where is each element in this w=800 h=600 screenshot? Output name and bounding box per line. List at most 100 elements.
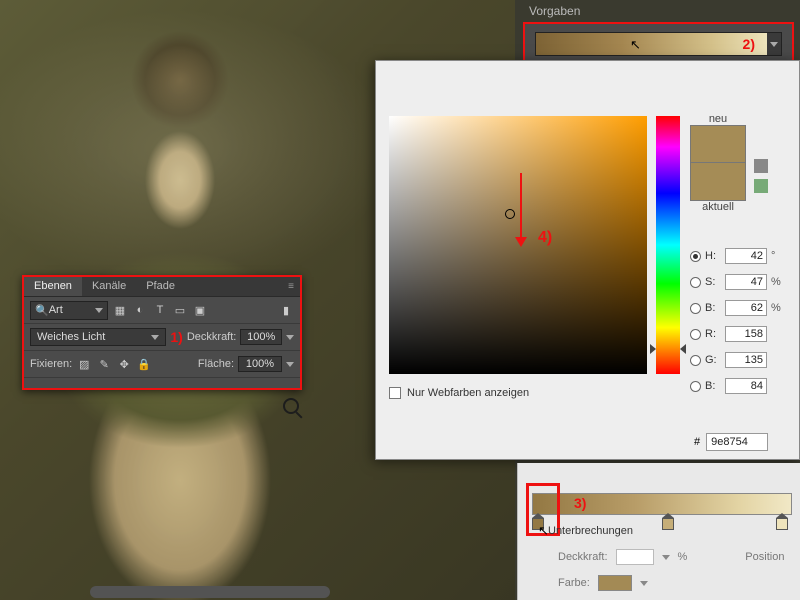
tab-channels[interactable]: Kanäle <box>82 277 136 296</box>
hue-slider[interactable] <box>656 116 680 374</box>
chevron-down-icon[interactable] <box>640 581 648 586</box>
color-fields: H: ° S: % B: % R: G: <box>690 243 785 399</box>
ge-color-row: Farbe: <box>558 575 648 591</box>
websafe-warning-icon[interactable] <box>754 179 768 193</box>
input-h[interactable] <box>725 248 767 264</box>
field-bright: B: % <box>690 295 785 321</box>
filter-adjustment-icon[interactable]: ◐ <box>132 302 148 318</box>
input-s[interactable] <box>725 274 767 290</box>
search-icon: 🔍 <box>35 304 49 317</box>
chevron-down-icon[interactable] <box>286 335 294 340</box>
radio-b[interactable] <box>690 303 701 314</box>
filter-pixel-icon[interactable]: ▦ <box>112 302 128 318</box>
hex-row: # <box>694 433 768 451</box>
panel-tabs: Ebenen Kanäle Pfade ≡ <box>24 277 300 297</box>
lock-all-icon[interactable]: 🔒 <box>136 356 152 372</box>
gradient-bar[interactable] <box>532 493 792 515</box>
ge-color-label: Farbe: <box>558 577 590 589</box>
swatch-current-label: aktuell <box>690 201 746 213</box>
zoom-icon <box>283 398 299 414</box>
field-hue: H: ° <box>690 243 785 269</box>
swatch-new-label: neu <box>690 113 746 125</box>
input-b[interactable] <box>725 300 767 316</box>
blend-mode-select[interactable]: Weiches Licht <box>30 328 166 346</box>
label-bb: B: <box>705 380 721 392</box>
fill-label: Fläche: <box>198 358 234 370</box>
lock-label: Fixieren: <box>30 358 72 370</box>
label-r: R: <box>705 328 721 340</box>
webonly-row: Nur Webfarben anzeigen <box>389 387 529 399</box>
cursor-icon: ↖ <box>630 37 641 53</box>
unit-h: ° <box>771 250 785 262</box>
radio-bb[interactable] <box>690 381 701 392</box>
hex-prefix: # <box>694 436 700 448</box>
lock-fill-row: Fixieren: ▨ ✎ ✥ 🔒 Fläche: 100% <box>24 351 300 378</box>
annotation-step1: 1) <box>170 329 182 345</box>
annotation-step4: 4) <box>538 229 552 247</box>
filter-toggle[interactable]: ▮ <box>278 302 294 318</box>
ge-opacity-input[interactable] <box>616 549 654 565</box>
webonly-checkbox[interactable] <box>389 387 401 399</box>
ge-position-label: Position <box>745 551 784 563</box>
filter-type-icon[interactable]: T <box>152 302 168 318</box>
opacity-input[interactable]: 100% <box>240 329 282 345</box>
field-red: R: <box>690 321 785 347</box>
horizontal-scrollbar[interactable] <box>90 586 330 598</box>
annotation-arrow-line <box>520 173 522 241</box>
lock-pixels-icon[interactable]: ✎ <box>96 356 112 372</box>
filter-shape-icon[interactable]: ▭ <box>172 302 188 318</box>
input-bb[interactable] <box>725 378 767 394</box>
fill-input[interactable]: 100% <box>238 356 282 372</box>
chevron-down-icon[interactable] <box>662 555 670 560</box>
label-h: H: <box>705 250 721 262</box>
lock-position-icon[interactable]: ✥ <box>116 356 132 372</box>
label-g: G: <box>705 354 721 366</box>
breaks-label: Unterbrechungen <box>548 525 633 537</box>
chevron-down-icon[interactable] <box>286 362 294 367</box>
blend-opacity-row: Weiches Licht 1) Deckkraft: 100% <box>24 324 300 351</box>
swatch-current[interactable] <box>690 163 746 201</box>
layers-panel: Ebenen Kanäle Pfade ≡ 🔍 Art ▦ ◐ T ▭ ▣ ▮ … <box>22 275 302 390</box>
radio-s[interactable] <box>690 277 701 288</box>
gradient-preview-select[interactable]: ↖ 2) <box>535 32 782 56</box>
layer-filter-row: 🔍 Art ▦ ◐ T ▭ ▣ ▮ <box>24 297 300 324</box>
color-marker[interactable] <box>505 209 515 219</box>
unit-b: % <box>771 302 785 314</box>
hue-marker-left[interactable] <box>650 344 656 354</box>
color-stop-3[interactable] <box>776 513 788 527</box>
annotation-step3: 3) <box>574 495 586 511</box>
ge-opacity-row: Deckkraft: % Position <box>558 549 784 565</box>
gradient-dropdown-button[interactable] <box>767 33 781 55</box>
webonly-label: Nur Webfarben anzeigen <box>407 387 529 399</box>
filter-smart-icon[interactable]: ▣ <box>192 302 208 318</box>
hue-marker-right[interactable] <box>680 344 686 354</box>
input-r[interactable] <box>725 326 767 342</box>
color-swatches: neu aktuell <box>690 113 746 213</box>
radio-g[interactable] <box>690 355 701 366</box>
unit-s: % <box>771 276 785 288</box>
panel-menu-icon[interactable]: ≡ <box>282 277 300 296</box>
gamut-warning-icon[interactable] <box>754 159 768 173</box>
filter-type-select[interactable]: 🔍 Art <box>30 301 108 320</box>
tab-paths[interactable]: Pfade <box>136 277 185 296</box>
tab-layers[interactable]: Ebenen <box>24 277 82 296</box>
field-blue: B: <box>690 373 785 399</box>
label-b: B: <box>705 302 721 314</box>
radio-r[interactable] <box>690 329 701 340</box>
color-stop-2[interactable] <box>662 513 674 527</box>
presets-title: Vorgaben <box>517 0 800 22</box>
ge-color-swatch[interactable] <box>598 575 632 591</box>
color-picker-dialog: 4) neu aktuell H: ° S: % B: % <box>375 60 800 460</box>
swatch-new[interactable] <box>690 125 746 163</box>
chevron-down-icon <box>770 42 778 47</box>
chevron-down-icon <box>95 308 103 313</box>
input-g[interactable] <box>725 352 767 368</box>
lock-transparency-icon[interactable]: ▨ <box>76 356 92 372</box>
hex-input[interactable] <box>706 433 768 451</box>
radio-h[interactable] <box>690 251 701 262</box>
opacity-label: Deckkraft: <box>187 331 237 343</box>
ge-opacity-label: Deckkraft: <box>558 551 608 563</box>
field-sat: S: % <box>690 269 785 295</box>
label-s: S: <box>705 276 721 288</box>
blend-mode-value: Weiches Licht <box>37 331 105 343</box>
